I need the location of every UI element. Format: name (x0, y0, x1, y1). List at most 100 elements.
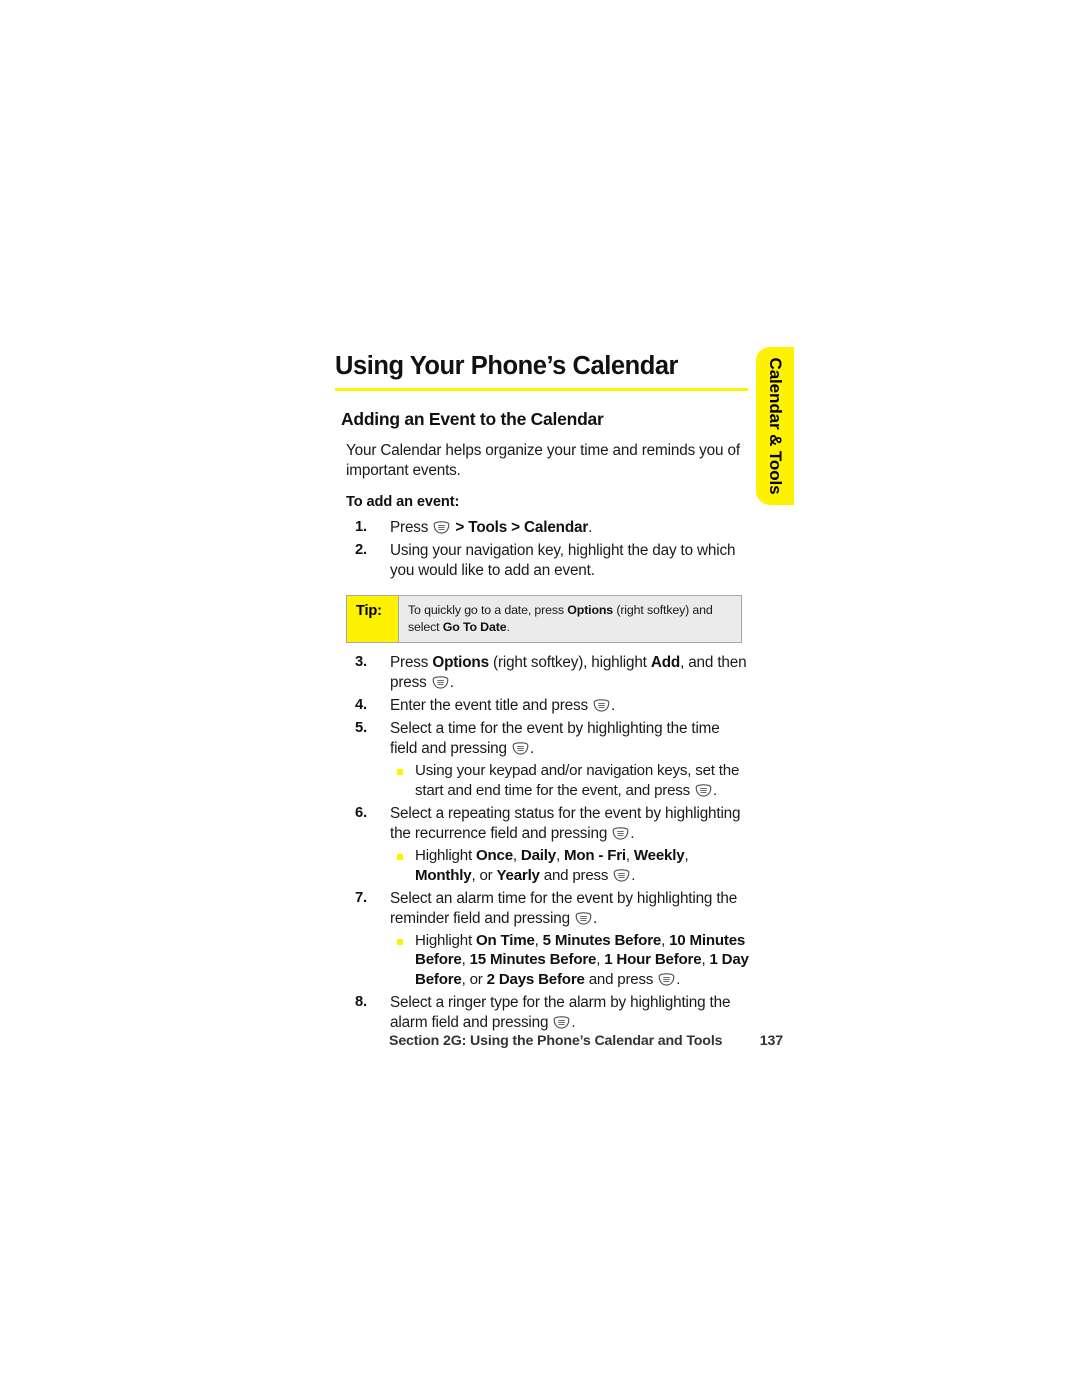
step-number: 3. (355, 654, 368, 671)
footer-page-number: 137 (759, 1033, 783, 1049)
body-text: . (676, 971, 681, 989)
body-text: Select a repeating status for the event … (390, 804, 741, 842)
step-sub-list: Using your keypad and/or navigation keys… (390, 761, 750, 801)
step-number: 7. (355, 889, 368, 906)
step-sub-item: Highlight On Time, 5 Minutes Before, 10 … (390, 931, 750, 990)
emphasis-text: Daily (520, 846, 556, 864)
emphasis-text: Options (567, 603, 614, 618)
body-text: Using your navigation key, highlight the… (390, 542, 736, 580)
procedure-step: 7. Select an alarm time for the event by … (335, 889, 750, 990)
body-text: . (449, 674, 454, 692)
body-text: , or (471, 866, 497, 884)
procedure-step: 1. Press > Tools > Calendar. (335, 518, 750, 538)
step-number: 6. (355, 804, 368, 821)
step-text: Using your navigation key, highlight the… (390, 542, 735, 579)
body-text: , (684, 846, 689, 864)
procedure-step: 3. Press Options (right softkey), highlig… (335, 653, 750, 693)
body-text: Highlight (415, 931, 476, 949)
emphasis-text: 5 Minutes Before (542, 931, 662, 949)
emphasis-text: Tools (468, 519, 508, 537)
emphasis-text: Go To Date (442, 619, 507, 634)
emphasis-text: Add (650, 654, 681, 672)
body-text: , (625, 846, 634, 864)
select-key-icon (433, 521, 450, 534)
select-key-icon (613, 868, 630, 882)
body-text: . (593, 909, 598, 927)
tip-body-text: To quickly go to a date, press Options (… (399, 596, 741, 643)
select-key-icon (575, 911, 592, 925)
body-text: . (712, 782, 717, 800)
tip-callout: Tip: To quickly go to a date, press Optio… (346, 595, 742, 644)
body-text: Enter the event title and press (390, 697, 593, 715)
body-text: Select an alarm time for the event by hi… (390, 889, 738, 927)
tip-row: Tip: To quickly go to a date, press Optio… (335, 595, 750, 644)
body-text: , (512, 846, 521, 864)
step-number: 4. (355, 697, 368, 714)
body-text: Press (390, 654, 433, 672)
procedure-step: 4. Enter the event title and press . (335, 696, 750, 716)
emphasis-text: On Time (475, 931, 535, 949)
title-underline-rule (335, 388, 748, 392)
select-key-icon (512, 742, 529, 755)
body-text: . (588, 519, 593, 537)
body-text: Press (390, 519, 433, 537)
step-number: 2. (355, 542, 368, 559)
select-key-icon (593, 699, 610, 712)
body-text: . (630, 824, 635, 842)
step-text: Select a repeating status for the event … (390, 804, 741, 842)
body-text: . (631, 866, 636, 884)
procedure-step: 2. Using your navigation key, highlight t… (335, 541, 750, 581)
procedure-step: 6. Select a repeating status for the even… (335, 804, 750, 886)
select-key-icon (553, 1016, 570, 1029)
step-number: 1. (355, 519, 368, 536)
emphasis-text: Mon - Fri (563, 846, 626, 864)
select-key-icon (658, 973, 675, 986)
emphasis-text: > (507, 519, 525, 537)
section-heading: Adding an Event to the Calendar (341, 409, 604, 430)
procedure-lead-in: To add an event: (346, 494, 460, 511)
emphasis-text: Monthly (415, 866, 472, 884)
page-title: Using Your Phone’s Calendar (335, 352, 679, 380)
page-footer: Section 2G: Using the Phone’s Calendar a… (389, 1033, 789, 1049)
select-key-icon (612, 827, 629, 840)
step-sub-item: Using your keypad and/or navigation keys… (390, 761, 750, 801)
step-number: 5. (355, 720, 368, 737)
procedure-step: 8. Select a ringer type for the alarm by … (335, 993, 750, 1033)
procedure-step: 5. Select a time for the event by highlig… (335, 719, 750, 801)
step-text: Press > Tools > Calendar. (390, 519, 592, 536)
body-text: , (555, 846, 564, 864)
step-number: 8. (355, 993, 368, 1010)
body-text: , or (461, 971, 487, 989)
procedure-step-list: 1. Press > Tools > Calendar. 2. Using your … (335, 518, 750, 1033)
body-text: , (461, 951, 470, 969)
body-text: . (506, 619, 510, 634)
emphasis-text: Once (475, 846, 513, 864)
emphasis-text: Weekly (633, 846, 685, 864)
body-text: . (611, 697, 616, 715)
body-text: and press (539, 866, 613, 884)
page-content: Using Your Phone’s Calendar Adding an Ev… (335, 352, 750, 1036)
select-key-icon (432, 676, 449, 689)
body-text: To quickly go to a date, press (408, 603, 568, 618)
body-text: . (571, 1013, 576, 1031)
footer-section-text: Section 2G: Using the Phone’s Calendar a… (389, 1033, 723, 1049)
emphasis-text: 1 Hour Before (604, 951, 702, 969)
step-text: Select a time for the event by highlight… (390, 720, 720, 757)
step-sub-list: Highlight On Time, 5 Minutes Before, 10 … (390, 931, 750, 990)
body-text: , (534, 931, 543, 949)
step-sub-list: Highlight Once, Daily, Mon - Fri, Weekly… (390, 846, 750, 886)
intro-paragraph: Your Calendar helps organize your time a… (346, 442, 740, 480)
emphasis-text: 2 Days Before (486, 971, 585, 989)
step-text: Enter the event title and press . (390, 697, 615, 714)
manual-page: Calendar & Tools Using Your Phone’s Cale… (0, 0, 1080, 1397)
body-text: , (661, 931, 670, 949)
chapter-thumb-tab: Calendar & Tools (756, 347, 794, 505)
step-text: Press Options (right softkey), highlight… (390, 654, 747, 692)
body-text: . (529, 740, 535, 758)
body-text: Using your keypad and/or navigation keys… (415, 762, 740, 800)
select-key-icon (695, 784, 712, 797)
chapter-thumb-tab-label: Calendar & Tools (766, 357, 785, 495)
body-text: (right softkey), highlight (488, 654, 651, 672)
step-sub-item: Highlight Once, Daily, Mon - Fri, Weekly… (390, 846, 750, 886)
emphasis-text: Calendar (524, 519, 589, 537)
